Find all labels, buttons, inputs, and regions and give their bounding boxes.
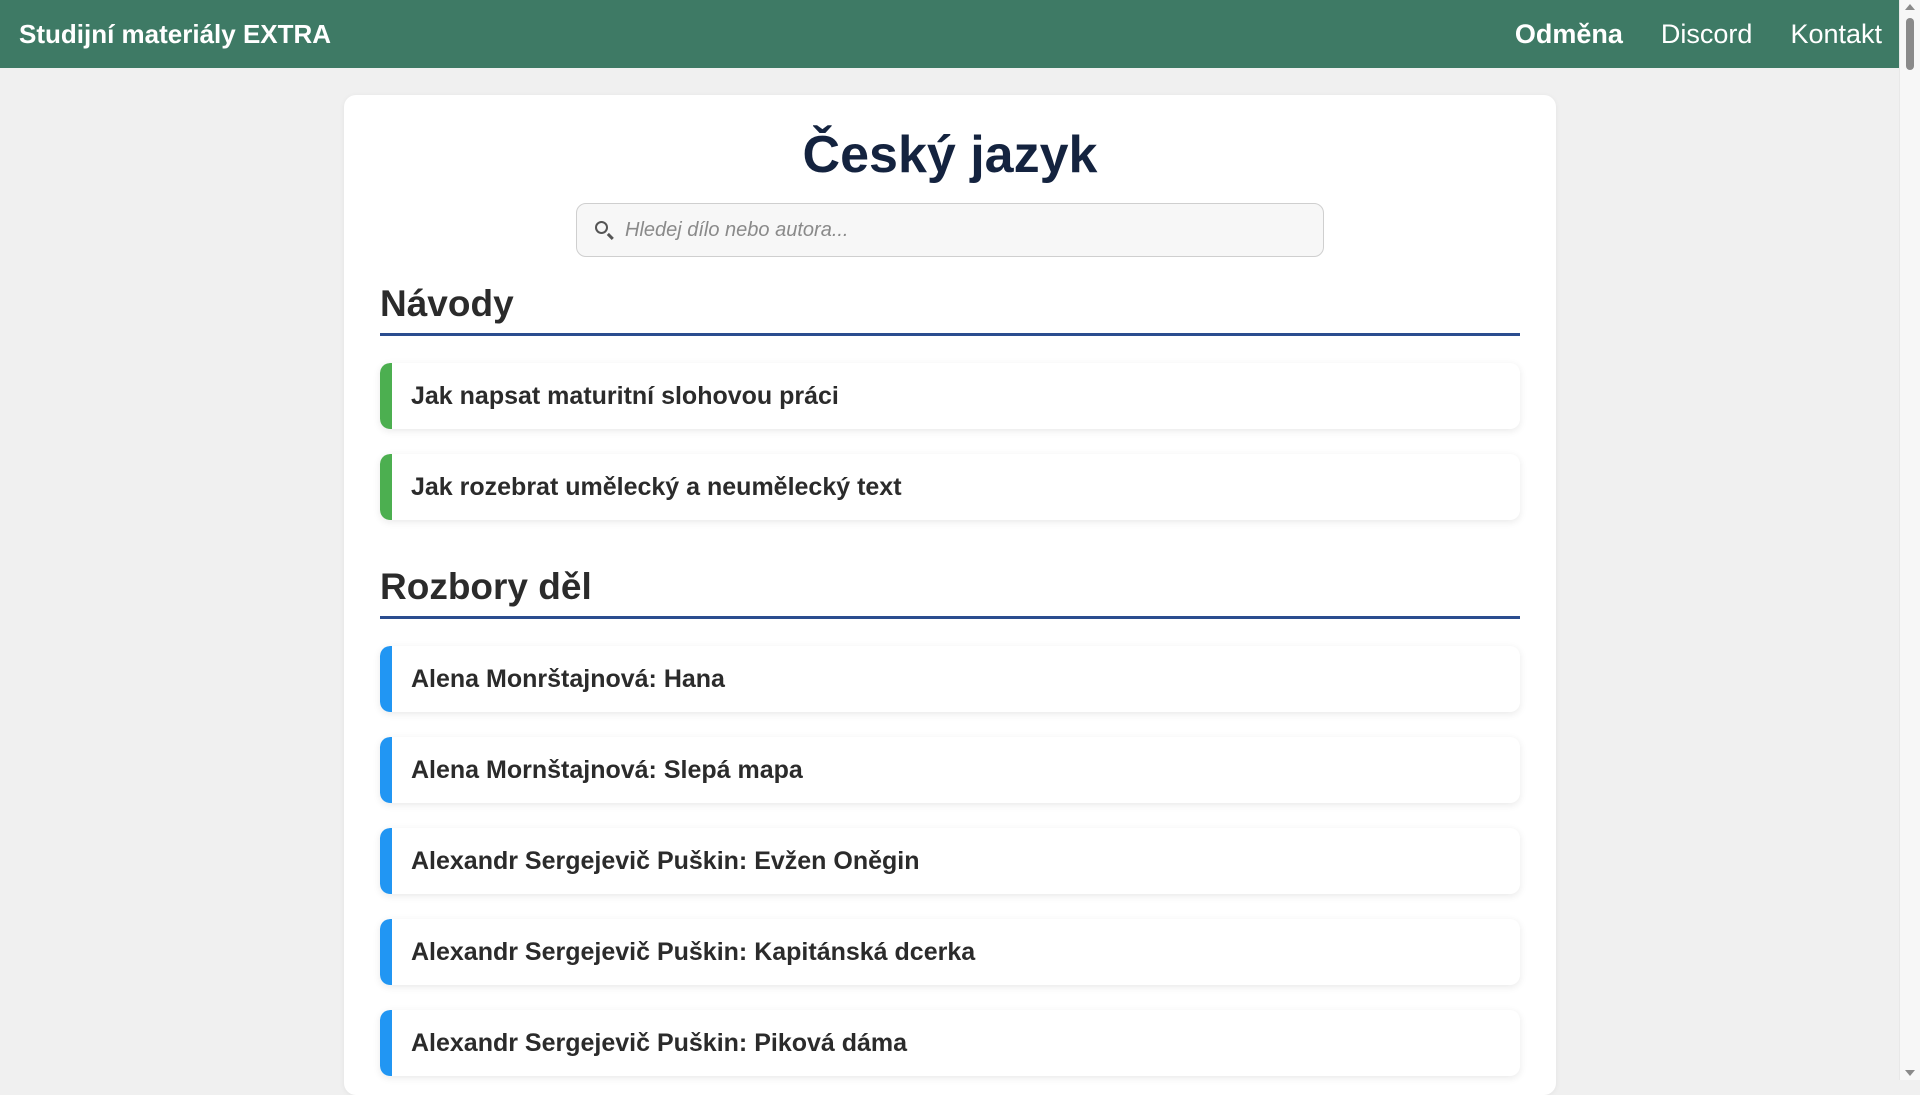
search-icon [595,221,608,234]
site-brand[interactable]: Studijní materiály EXTRA [19,0,331,68]
scroll-down-arrow-icon[interactable] [1905,1070,1915,1076]
search-box[interactable] [576,203,1324,257]
list-item[interactable]: Alena Monrštajnová: Hana [380,646,1520,712]
list-item[interactable]: Jak rozebrat umělecký a neumělecký text [380,454,1520,520]
section-heading-navody: Návody [380,283,1520,336]
content-card: Český jazyk Návody Jak napsat maturitní … [344,95,1556,1095]
list-item[interactable]: Alexandr Sergejevič Puškin: Evžen Oněgin [380,828,1520,894]
nav-link-discord[interactable]: Discord [1661,19,1753,50]
list-item[interactable]: Jak napsat maturitní slohovou práci [380,363,1520,429]
nav-link-kontakt[interactable]: Kontakt [1790,19,1882,50]
page-scrollbar[interactable] [1899,0,1920,1080]
list-item[interactable]: Alexandr Sergejevič Puškin: Kapitánská d… [380,919,1520,985]
page-title: Český jazyk [802,126,1098,184]
list-item[interactable]: Alena Mornštajnová: Slepá mapa [380,737,1520,803]
scrollbar-thumb[interactable] [1906,18,1914,70]
list-item[interactable]: Alexandr Sergejevič Puškin: Piková dáma [380,1010,1520,1076]
search-input[interactable] [625,204,1305,256]
nav-links: Odměna Discord Kontakt [1515,0,1882,68]
top-navbar: Studijní materiály EXTRA Odměna Discord … [0,0,1900,68]
scroll-up-arrow-icon[interactable] [1905,4,1915,10]
nav-link-odmena[interactable]: Odměna [1515,19,1623,50]
section-heading-rozbory: Rozbory děl [380,566,1520,619]
